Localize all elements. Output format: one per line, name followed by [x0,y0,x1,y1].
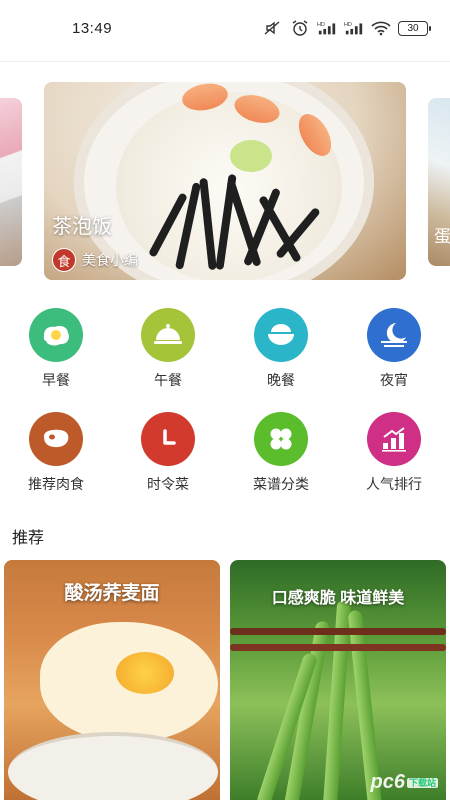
recipe-card[interactable]: 口感爽脆 味道鲜美 pc6 下载站 [230,560,446,800]
avatar: 食 [52,248,76,272]
hd-signal-icon: HD [344,22,363,35]
status-bar: 13:49 HD HD 30 [0,0,450,62]
grid-flower-icon [254,412,308,466]
mute-icon [264,21,280,35]
food-cloche-icon [141,308,195,362]
category-label: 人气排行 [366,476,422,492]
category-label: 早餐 [42,372,70,388]
watermark: pc6 下载站 [371,771,438,794]
fried-egg-icon [29,308,83,362]
svg-text:HD: HD [317,22,325,28]
watermark-sub: 下载站 [406,778,438,789]
recipe-card[interactable]: 酸汤荞麦面 [4,560,220,800]
wasabi-visual [230,140,272,172]
category-breakfast[interactable]: 早餐 [6,308,106,390]
category-meat[interactable]: 推荐肉食 [6,412,106,494]
clock-icon [141,412,195,466]
category-dinner[interactable]: 晚餐 [231,308,331,390]
category-label: 晚餐 [267,372,295,388]
banner-next-title: 蛋 [434,227,450,246]
banner-author: 食 美食小编 [52,248,138,272]
banner-carousel[interactable]: 茶泡饭 食 美食小编 蛋 [0,82,450,282]
category-late-night[interactable]: 夜宵 [344,308,444,390]
status-time: 13:49 [72,20,113,37]
banner-prev-card[interactable] [0,98,22,266]
category-label: 推荐肉食 [28,476,84,492]
recipe-title: 口感爽脆 味道鲜美 [271,590,405,607]
bowl-visual [8,732,218,800]
banner-next-card[interactable]: 蛋 [428,98,450,266]
hd-signal-icon: HD [317,22,336,35]
moon-icon [367,308,421,362]
chopsticks-visual [230,644,446,651]
author-name: 美食小编 [82,252,138,268]
category-label: 菜谱分类 [253,476,309,492]
bowl-icon [254,308,308,362]
category-ranking[interactable]: 人气排行 [344,412,444,494]
category-lunch[interactable]: 午餐 [118,308,218,390]
category-label: 夜宵 [380,372,408,388]
wifi-icon [371,21,391,36]
alarm-icon [292,20,308,36]
egg-yolk-visual [116,652,174,694]
bar-chart-icon [367,412,421,466]
chopsticks-visual [230,628,446,635]
section-title-recommend: 推荐 [12,530,45,547]
watermark-text: pc6 [370,771,405,793]
meat-icon [29,412,83,466]
category-seasonal[interactable]: 时令菜 [118,412,218,494]
category-recipes[interactable]: 菜谱分类 [231,412,331,494]
category-label: 时令菜 [147,476,189,492]
svg-text:HD: HD [344,22,352,28]
banner-card[interactable]: 茶泡饭 食 美食小编 [44,82,406,280]
battery-icon: 30 [398,20,431,36]
category-label: 午餐 [154,372,182,388]
status-icons: HD HD 30 [263,20,431,36]
recipe-title: 酸汤荞麦面 [64,583,160,604]
banner-title: 茶泡饭 [52,216,112,238]
